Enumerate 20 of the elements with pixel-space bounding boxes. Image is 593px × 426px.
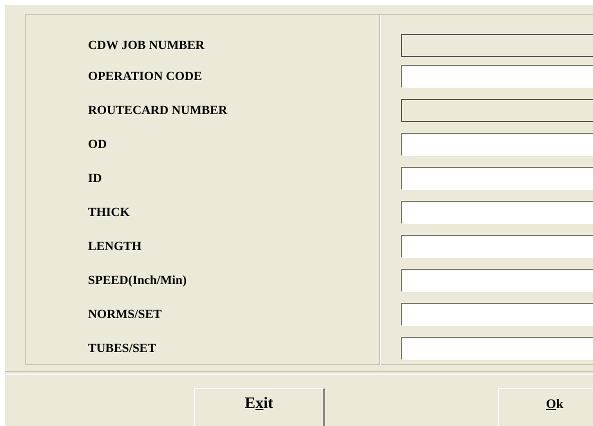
field-label: LENGTH [88,238,142,254]
text-field[interactable] [401,166,593,190]
field-label: CDW JOB NUMBER [88,38,204,52]
text-field[interactable] [401,336,593,360]
field-label: OPERATION CODE [88,68,202,84]
field-label: ID [88,170,102,186]
field-label: TUBES/SET [88,340,156,356]
field-label: OD [88,136,107,152]
text-field[interactable] [401,268,593,292]
exit-button[interactable]: Exit [194,388,325,426]
text-field[interactable] [401,234,593,258]
field-label: NORMS/SET [88,306,162,322]
field-label: SPEED(Inch/Min) [88,272,187,288]
text-field[interactable] [401,64,593,88]
text-field[interactable] [401,302,593,326]
field-label: ROUTECARD NUMBER [88,102,228,118]
ok-button[interactable]: Ok [498,388,593,426]
text-field[interactable] [401,132,593,156]
field-label: THICK [88,204,130,220]
text-field[interactable] [401,200,593,224]
